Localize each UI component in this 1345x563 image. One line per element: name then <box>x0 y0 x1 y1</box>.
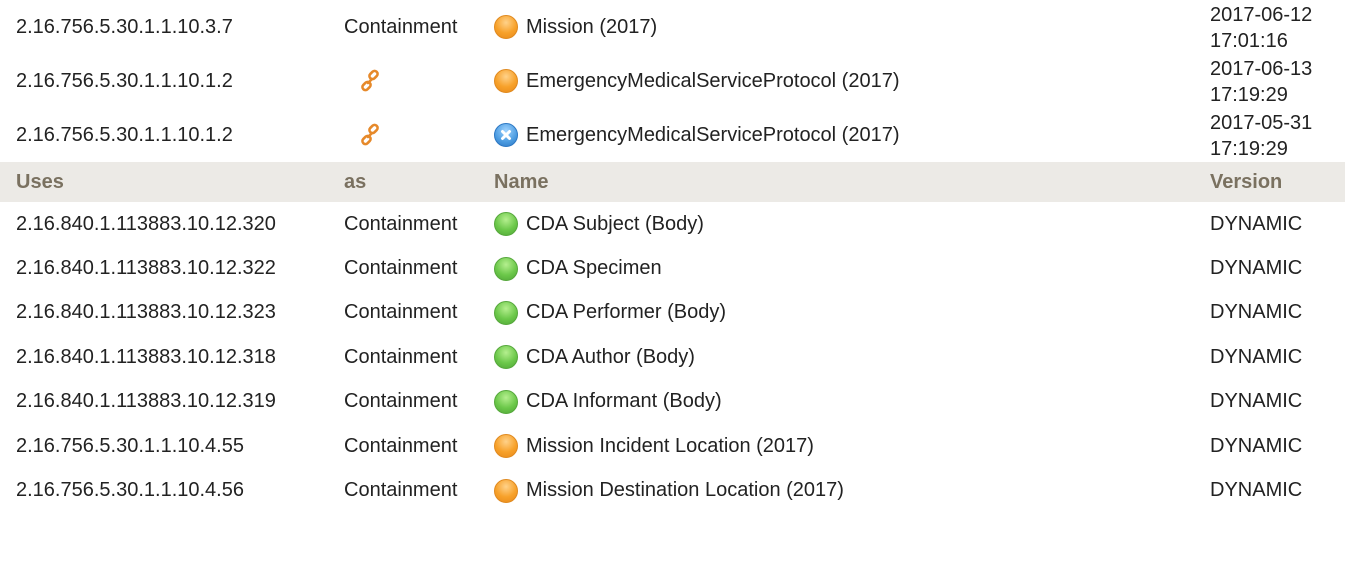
column-header-version: Version <box>1202 162 1345 202</box>
association-type: Containment <box>344 257 458 280</box>
uses-row: 2.16.840.1.113883.10.12.320 Containment … <box>0 202 1345 246</box>
association-type: Containment <box>344 345 458 368</box>
green-status-icon <box>494 256 518 281</box>
orange-status-icon <box>494 69 518 93</box>
template-name-link[interactable]: CDA Author (Body) <box>526 346 695 369</box>
association-type: Containment <box>344 301 458 324</box>
link-icon <box>358 69 382 93</box>
association-type: Containment <box>344 479 458 502</box>
template-id: 2.16.840.1.113883.10.12.320 <box>16 212 276 235</box>
orange-status-icon <box>494 434 518 459</box>
used-by-row: 2.16.756.5.30.1.1.10.1.2 EmergencyMedica… <box>0 54 1345 108</box>
association-type: Containment <box>344 212 458 235</box>
template-id: 2.16.840.1.113883.10.12.323 <box>16 301 276 324</box>
uses-row: 2.16.840.1.113883.10.12.318 Containment … <box>0 335 1345 379</box>
version-cell: 2017-06-13 17:19:29 <box>1202 54 1345 108</box>
template-id: 2.16.840.1.113883.10.12.322 <box>16 257 276 280</box>
column-header-name: Name <box>482 162 1202 202</box>
version-time: 17:19:29 <box>1210 138 1288 160</box>
uses-header-row: Uses as Name Version <box>0 162 1345 202</box>
version-value: DYNAMIC <box>1210 257 1303 280</box>
template-name-link[interactable]: Mission Destination Location (2017) <box>526 479 844 502</box>
uses-row: 2.16.756.5.30.1.1.10.4.55 Containment Mi… <box>0 424 1345 468</box>
version-cell: 2017-06-12 17:01:16 <box>1202 0 1345 54</box>
green-status-icon <box>494 300 518 325</box>
template-id: 2.16.756.5.30.1.1.10.4.56 <box>16 479 244 502</box>
column-header-uses: Uses <box>0 162 344 202</box>
association-type: Containment <box>344 15 458 38</box>
template-id: 2.16.840.1.113883.10.12.318 <box>16 345 276 368</box>
template-id: 2.16.840.1.113883.10.12.319 <box>16 390 276 413</box>
template-name-link[interactable]: CDA Informant (Body) <box>526 390 722 413</box>
blue-cancelled-status-icon <box>494 123 518 147</box>
version-time: 17:19:29 <box>1210 84 1288 106</box>
green-status-icon <box>494 389 518 414</box>
column-header-as: as <box>344 162 482 202</box>
used-by-row: 2.16.756.5.30.1.1.10.1.2 EmergencyMedica… <box>0 108 1345 162</box>
version-cell: 2017-05-31 17:19:29 <box>1202 108 1345 162</box>
version-date: 2017-06-12 <box>1210 4 1313 26</box>
template-name-link[interactable]: EmergencyMedicalServiceProtocol (2017) <box>526 124 900 147</box>
link-icon <box>358 123 382 147</box>
version-value: DYNAMIC <box>1210 434 1303 457</box>
version-time: 17:01:16 <box>1210 30 1288 52</box>
version-value: DYNAMIC <box>1210 345 1303 368</box>
version-value: DYNAMIC <box>1210 479 1303 502</box>
orange-status-icon <box>494 478 518 503</box>
version-value: DYNAMIC <box>1210 212 1303 235</box>
version-value: DYNAMIC <box>1210 301 1303 324</box>
uses-row: 2.16.840.1.113883.10.12.322 Containment … <box>0 246 1345 290</box>
template-id: 2.16.756.5.30.1.1.10.1.2 <box>16 69 233 92</box>
green-status-icon <box>494 345 518 370</box>
template-associations-panel: 2.16.756.5.30.1.1.10.3.7 Containment Mis… <box>0 0 1345 563</box>
version-value: DYNAMIC <box>1210 390 1303 413</box>
template-name-link[interactable]: Mission Incident Location (2017) <box>526 435 814 458</box>
version-date: 2017-06-13 <box>1210 58 1313 80</box>
uses-row: 2.16.756.5.30.1.1.10.4.56 Containment Mi… <box>0 468 1345 512</box>
template-name-link[interactable]: Mission (2017) <box>526 16 657 39</box>
used-by-row: 2.16.756.5.30.1.1.10.3.7 Containment Mis… <box>0 0 1345 54</box>
template-name-link[interactable]: CDA Subject (Body) <box>526 213 704 236</box>
orange-status-icon <box>494 15 518 39</box>
associations-table: 2.16.756.5.30.1.1.10.3.7 Containment Mis… <box>0 0 1345 513</box>
template-name-link[interactable]: EmergencyMedicalServiceProtocol (2017) <box>526 70 900 93</box>
template-id: 2.16.756.5.30.1.1.10.3.7 <box>16 15 233 38</box>
template-name-link[interactable]: CDA Performer (Body) <box>526 301 726 324</box>
version-date: 2017-05-31 <box>1210 112 1313 134</box>
template-name-link[interactable]: CDA Specimen <box>526 257 662 280</box>
uses-row: 2.16.840.1.113883.10.12.319 Containment … <box>0 380 1345 424</box>
template-id: 2.16.756.5.30.1.1.10.4.55 <box>16 434 244 457</box>
association-type: Containment <box>344 434 458 457</box>
template-id: 2.16.756.5.30.1.1.10.1.2 <box>16 123 233 146</box>
uses-row: 2.16.840.1.113883.10.12.323 Containment … <box>0 291 1345 335</box>
association-type: Containment <box>344 390 458 413</box>
green-status-icon <box>494 212 518 237</box>
